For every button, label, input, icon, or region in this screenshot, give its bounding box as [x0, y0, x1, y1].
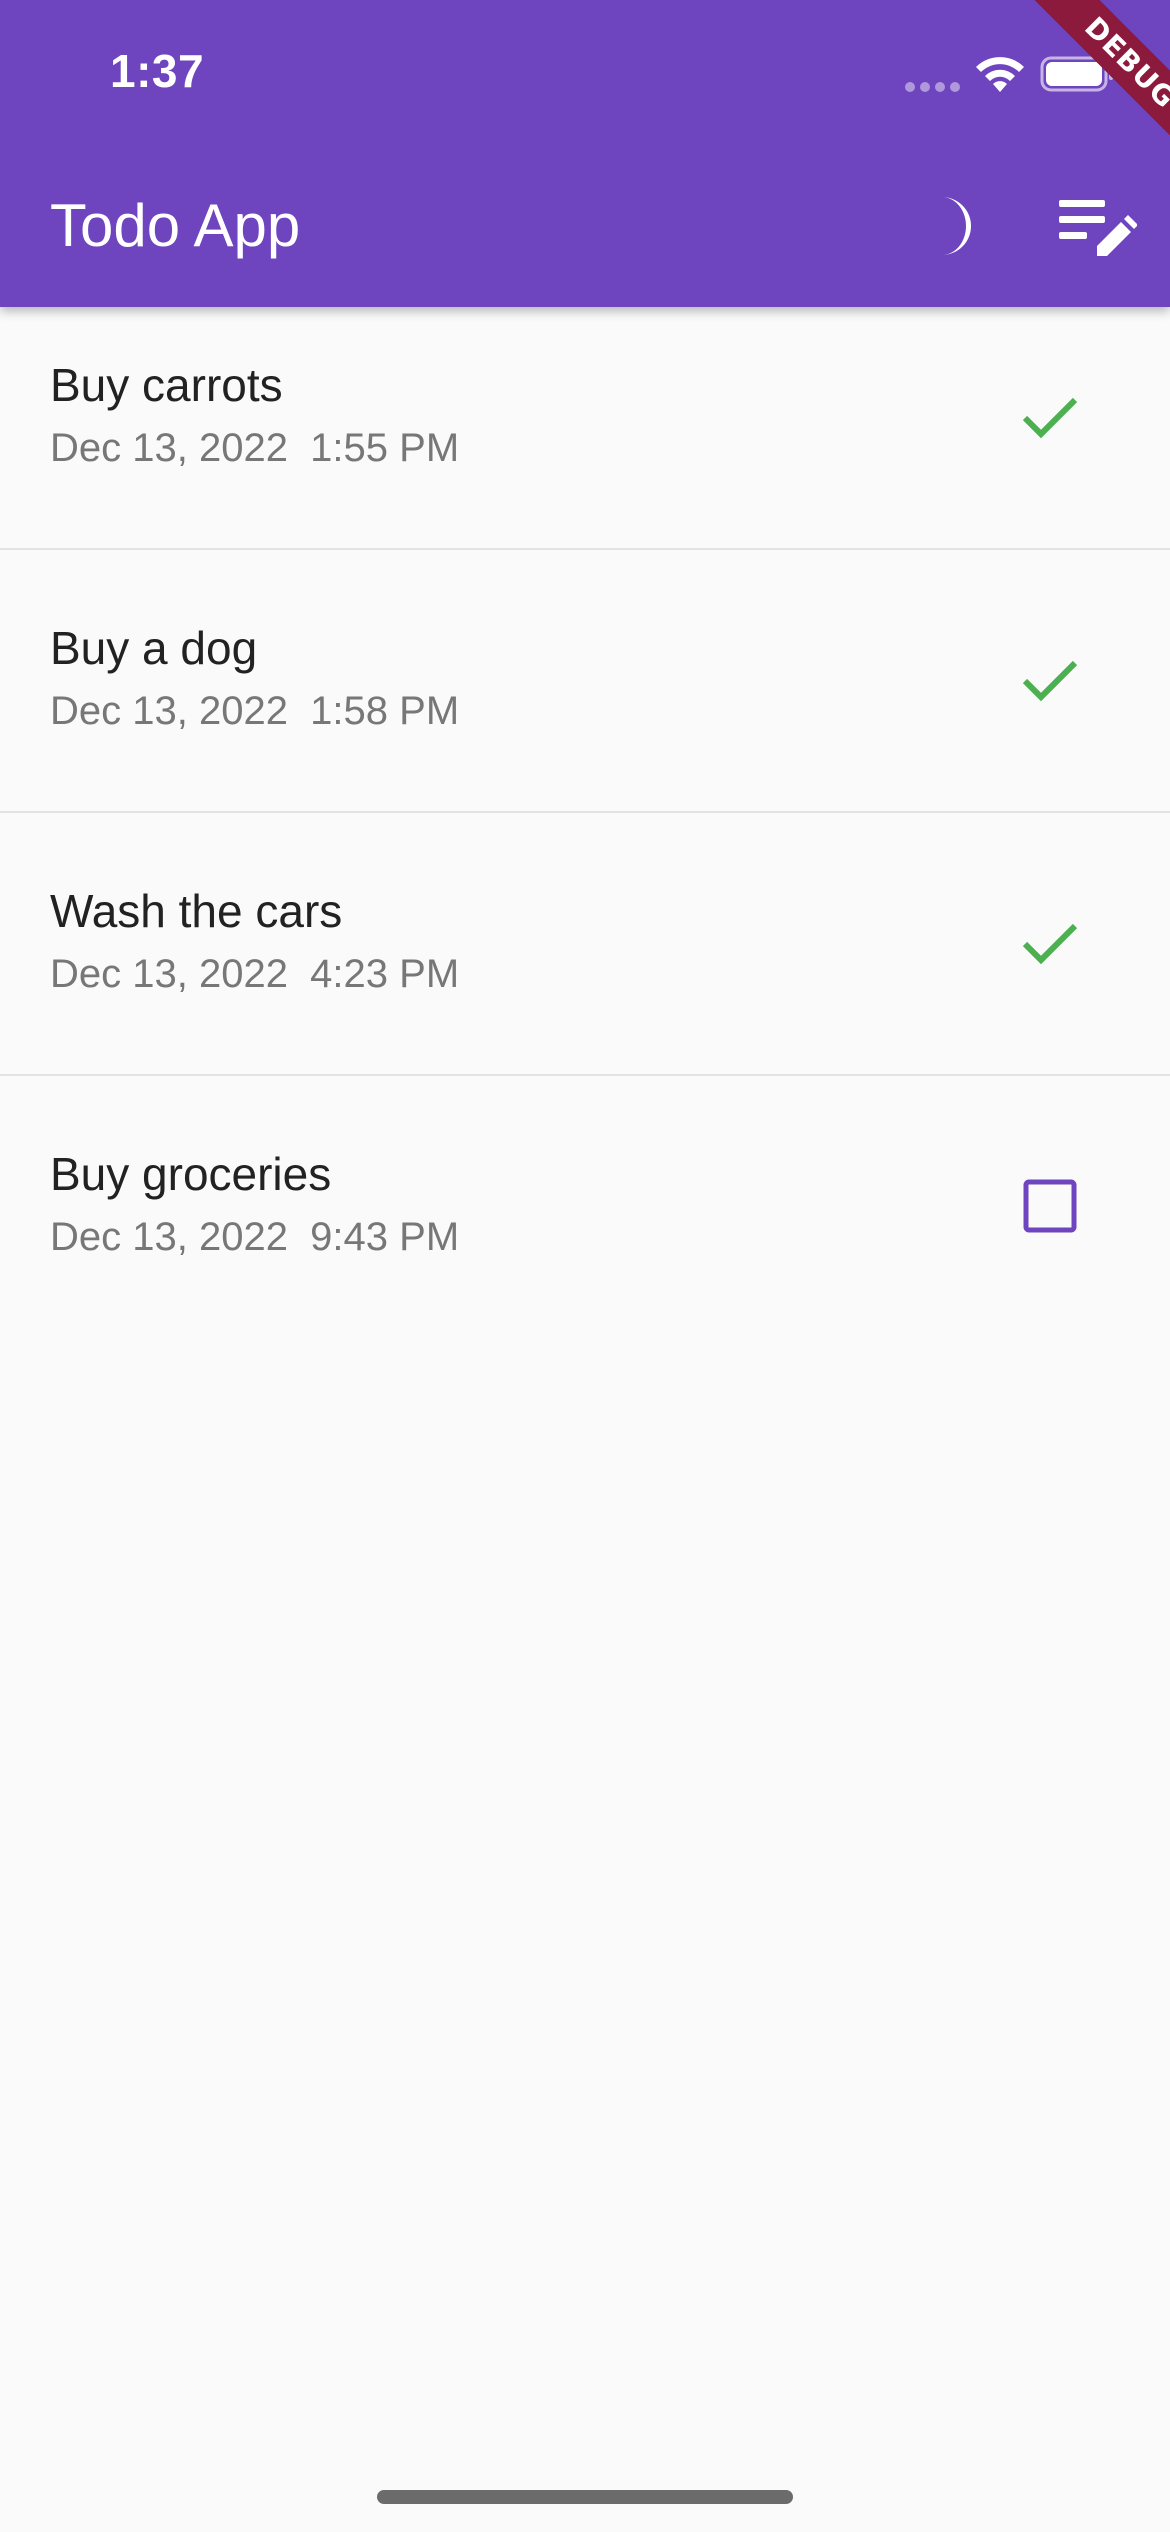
- todo-app-screen: 1:37 Todo App DEBUG Buy carrots Dec 13, …: [0, 0, 1170, 2532]
- todo-list-item[interactable]: Wash the cars Dec 13, 2022 4:23 PM: [0, 813, 1170, 1076]
- app-title: Todo App: [50, 192, 301, 259]
- check-icon: [1022, 397, 1078, 439]
- todo-complete-toggle[interactable]: [1010, 640, 1090, 720]
- empty-checkbox-icon: [1023, 1179, 1077, 1233]
- moon-icon: [942, 197, 972, 255]
- todo-title: Buy a dog: [50, 622, 258, 674]
- todo-date: Dec 13, 2022 1:58 PM: [50, 689, 460, 733]
- home-indicator[interactable]: [377, 2490, 793, 2504]
- todo-list-item[interactable]: Buy a dog Dec 13, 2022 1:58 PM: [0, 550, 1170, 813]
- todo-date: Dec 13, 2022 9:43 PM: [50, 1215, 460, 1259]
- cellular-signal-dots-icon: [905, 82, 961, 92]
- status-bar-time: 1:37: [110, 45, 205, 97]
- todo-complete-toggle[interactable]: [1010, 377, 1090, 457]
- todo-date: Dec 13, 2022 4:23 PM: [50, 952, 460, 996]
- debug-banner-label: DEBUG: [1021, 0, 1170, 158]
- check-icon: [1022, 660, 1078, 702]
- todo-title: Buy carrots: [50, 359, 283, 411]
- edit-list-icon: [1059, 200, 1137, 256]
- app-bar: 1:37 Todo App DEBUG: [0, 0, 1170, 307]
- edit-list-button[interactable]: [1054, 186, 1140, 272]
- debug-banner: DEBUG: [1010, 0, 1170, 158]
- todo-list-item[interactable]: Buy carrots Dec 13, 2022 1:55 PM: [0, 307, 1170, 550]
- check-icon: [1022, 923, 1078, 965]
- todo-checkbox[interactable]: [1010, 1166, 1090, 1246]
- todo-list-item[interactable]: Buy groceries Dec 13, 2022 9:43 PM: [0, 1076, 1170, 1339]
- todo-date: Dec 13, 2022 1:55 PM: [50, 426, 460, 470]
- todo-list: Buy carrots Dec 13, 2022 1:55 PM Buy a d…: [0, 307, 1170, 1339]
- todo-complete-toggle[interactable]: [1010, 903, 1090, 983]
- todo-title: Buy groceries: [50, 1148, 332, 1200]
- todo-title: Wash the cars: [50, 885, 343, 937]
- theme-toggle-button[interactable]: [916, 186, 996, 266]
